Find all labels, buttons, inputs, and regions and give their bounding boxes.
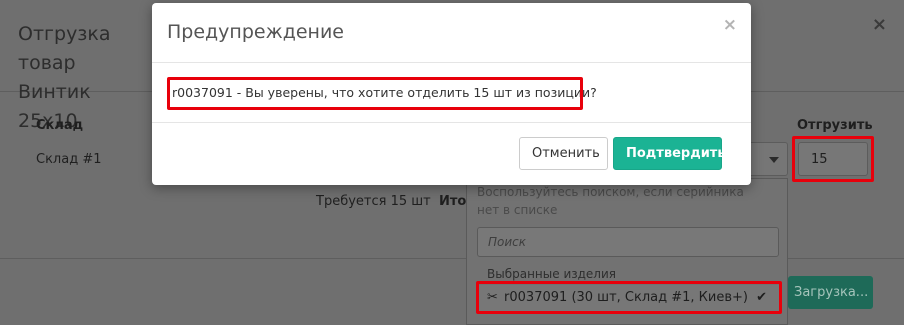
- dropdown-selected-item[interactable]: ✂ r0037091 (30 шт, Склад #1, Киев+) ✔: [477, 285, 781, 313]
- column-header-warehouse: Склад: [36, 118, 84, 133]
- confirm-message: r0037091 - Вы уверены, что хотите отдели…: [172, 85, 597, 100]
- confirm-dialog-body: r0037091 - Вы уверены, что хотите отдели…: [152, 63, 751, 123]
- item-code: r0037091: [504, 290, 568, 305]
- confirm-dialog-title: Предупреждение: [167, 21, 344, 43]
- confirm-dialog: Предупреждение × r0037091 - Вы уверены, …: [152, 3, 751, 185]
- ship-quantity-input[interactable]: 15: [798, 142, 868, 176]
- cancel-button[interactable]: Отменить: [519, 137, 608, 170]
- dropdown-section-label: Выбранные изделия: [487, 267, 616, 281]
- serial-dropdown: Воспользуйтесь поиском, если серийника н…: [466, 178, 788, 325]
- total-label: Ито: [439, 194, 467, 209]
- load-button[interactable]: Загрузка...: [788, 276, 873, 309]
- dropdown-hint: Воспользуйтесь поиском, если серийника н…: [477, 185, 744, 217]
- check-icon: ✔: [756, 290, 767, 305]
- close-icon[interactable]: ×: [723, 15, 737, 35]
- confirm-button[interactable]: Подтвердить: [613, 137, 726, 170]
- item-details: (30 шт, Склад #1, Киев+): [571, 290, 748, 305]
- shipment-title-line1: Отгрузка товар: [18, 23, 111, 74]
- column-header-ship: Отгрузить: [797, 118, 873, 133]
- confirm-dialog-header: Предупреждение ×: [152, 3, 751, 63]
- warehouse-name: Склад #1: [36, 152, 102, 167]
- scissors-icon[interactable]: ✂: [487, 290, 498, 305]
- required-quantity-text: Требуется 15 шт: [316, 194, 431, 209]
- chevron-down-icon: [769, 157, 779, 163]
- shipment-close-icon[interactable]: ×: [872, 14, 887, 35]
- dropdown-search-input[interactable]: Поиск: [477, 227, 779, 257]
